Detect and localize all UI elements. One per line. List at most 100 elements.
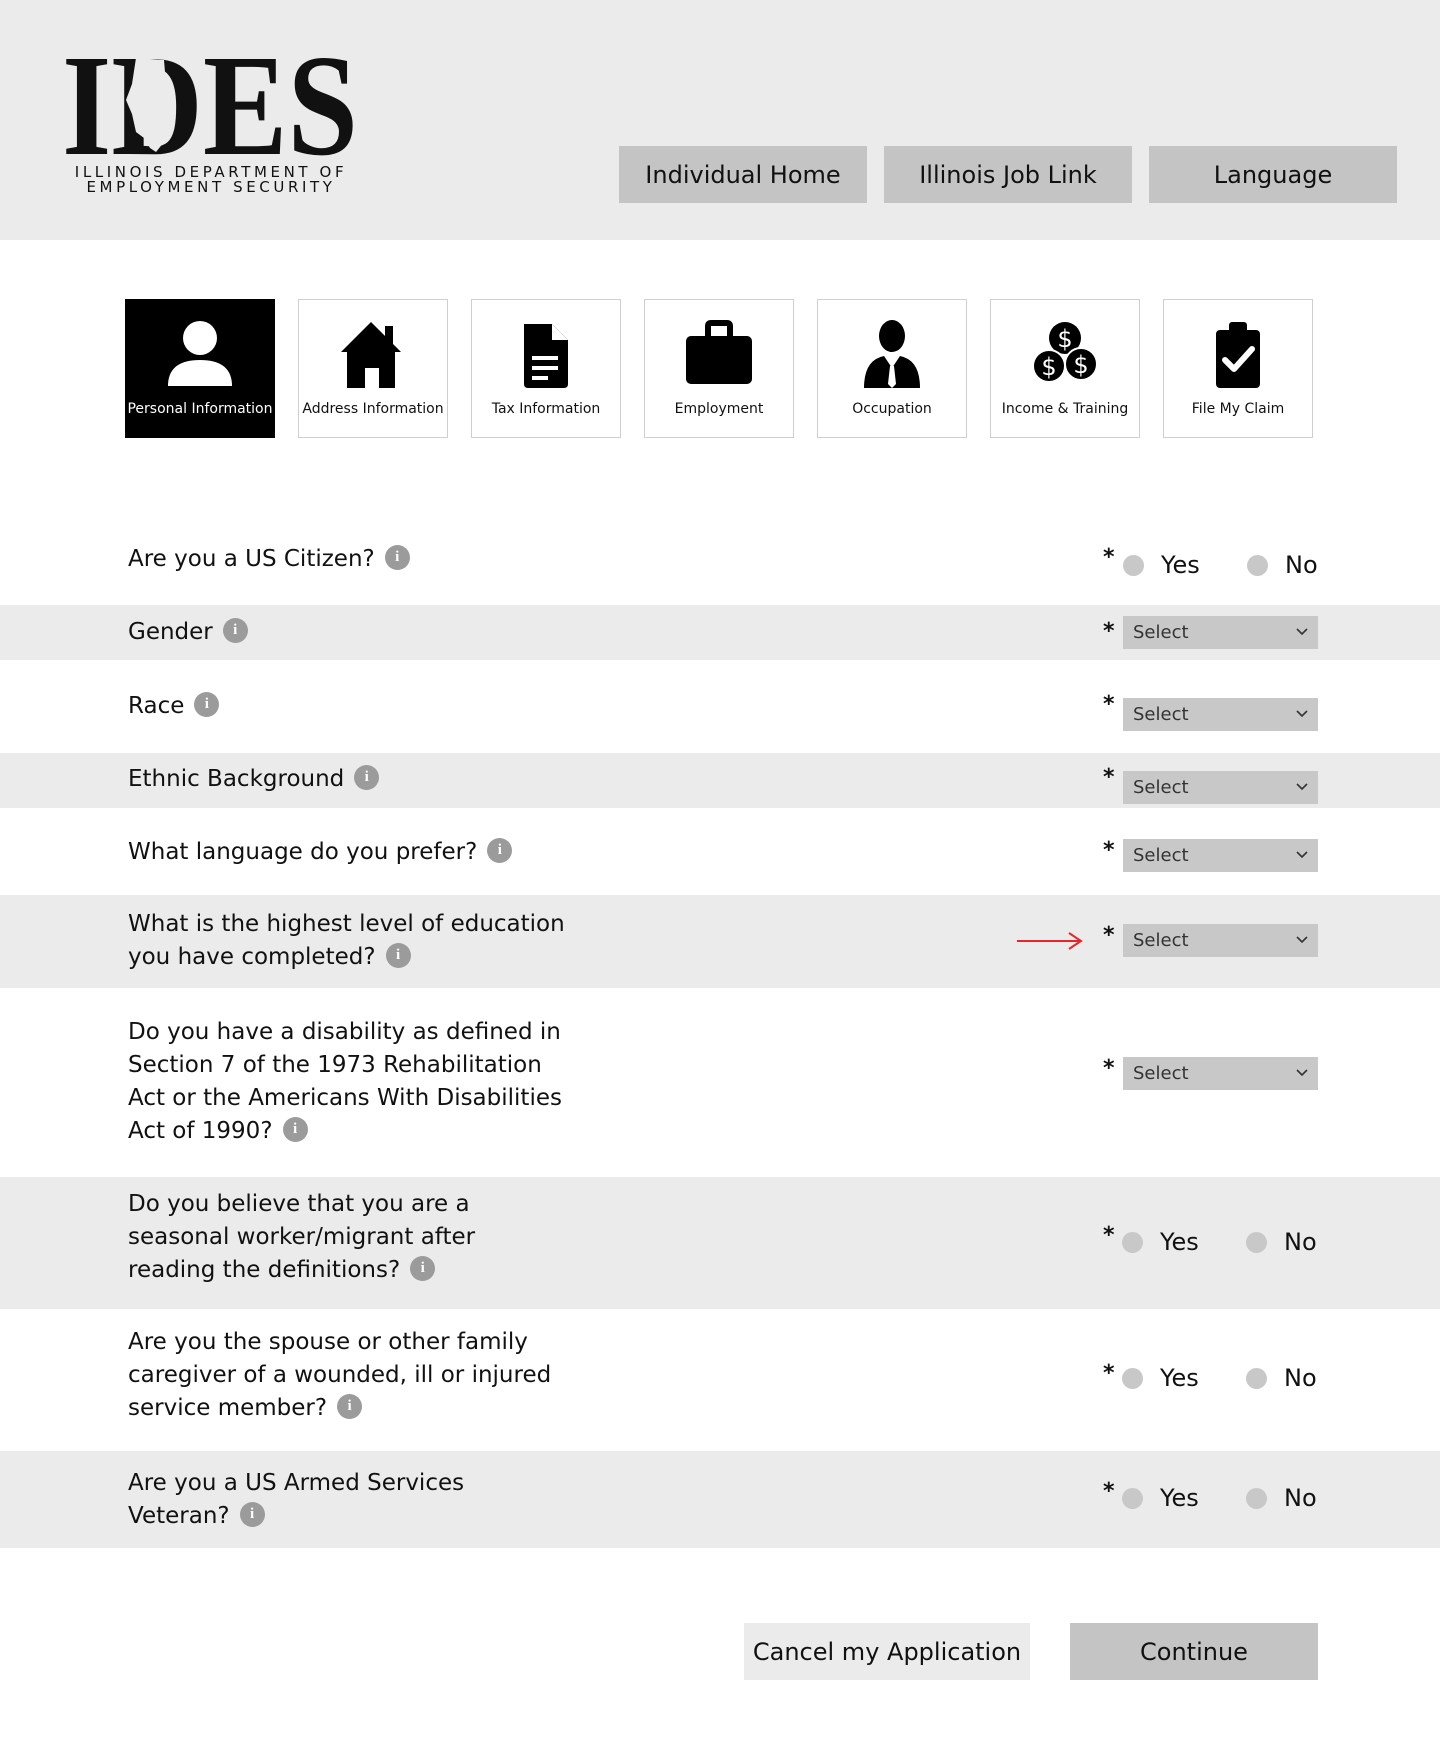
required-mark: * — [1103, 692, 1115, 717]
info-icon[interactable]: i — [385, 943, 411, 968]
continue-button[interactable]: Continue — [1070, 1623, 1318, 1680]
house-icon — [341, 322, 401, 388]
info-icon[interactable]: i — [487, 838, 513, 863]
svg-text:$: $ — [1057, 325, 1072, 353]
person-icon — [168, 321, 232, 386]
briefcase-icon — [686, 320, 752, 384]
veteran-yes-radio[interactable]: Yes — [1122, 1484, 1199, 1512]
required-mark: * — [1103, 545, 1115, 570]
gender-row: Gender i * Select — [0, 605, 1440, 660]
seasonal-worker-question: Do you believe that you are a seasonal w… — [128, 1191, 476, 1283]
chevron-down-icon — [1296, 710, 1308, 718]
step-employment[interactable]: Employment — [644, 299, 794, 438]
caregiver-row: Are you the spouse or other family careg… — [0, 1309, 1440, 1451]
education-select[interactable]: Select — [1123, 924, 1318, 957]
step-tax-information[interactable]: Tax Information — [471, 299, 621, 438]
individual-home-button[interactable]: Individual Home — [619, 146, 867, 203]
radio-dot[interactable] — [1122, 1367, 1143, 1389]
cancel-application-button[interactable]: Cancel my Application — [744, 1623, 1030, 1680]
illinois-job-link-button[interactable]: Illinois Job Link — [884, 146, 1132, 203]
education-question: What is the highest level of education y… — [128, 911, 565, 970]
chevron-down-icon — [1296, 783, 1308, 791]
language-button[interactable]: Language — [1149, 146, 1397, 203]
radio-dot[interactable] — [1123, 554, 1144, 576]
step-label: Occupation — [852, 401, 932, 417]
info-icon[interactable]: i — [239, 1502, 265, 1527]
ethnic-background-row: Ethnic Background i * Select — [0, 753, 1440, 808]
info-icon[interactable]: i — [337, 1394, 363, 1419]
seasonal-worker-no-radio[interactable]: No — [1246, 1228, 1317, 1256]
disability-row: Do you have a disability as defined in S… — [0, 988, 1440, 1177]
us-citizen-question: Are you a US Citizen? i — [128, 543, 410, 576]
document-icon — [524, 324, 568, 388]
veteran-row: Are you a US Armed Services Veteran? i * … — [0, 1451, 1440, 1548]
ethnic-background-question: Ethnic Background i — [128, 763, 380, 796]
step-personal-information[interactable]: Personal Information — [125, 299, 275, 438]
step-label: Employment — [674, 401, 764, 417]
required-mark: * — [1103, 923, 1115, 948]
us-citizen-no-radio[interactable]: No — [1247, 551, 1318, 579]
required-mark: * — [1103, 838, 1115, 863]
clipboard-check-icon — [1216, 322, 1260, 388]
required-mark: * — [1103, 765, 1115, 790]
required-mark: * — [1103, 1361, 1115, 1386]
svg-text:IDES: IDES — [66, 44, 356, 162]
step-label: Address Information — [302, 401, 444, 417]
radio-dot[interactable] — [1122, 1487, 1143, 1509]
info-icon[interactable]: i — [410, 1256, 436, 1281]
language-question: What language do you prefer? i — [128, 836, 513, 869]
gender-question: Gender i — [128, 616, 248, 649]
red-arrow-annotation — [1017, 932, 1083, 950]
required-mark: * — [1103, 1056, 1115, 1081]
caregiver-no-radio[interactable]: No — [1246, 1364, 1317, 1392]
language-select[interactable]: Select — [1123, 839, 1318, 872]
radio-dot[interactable] — [1246, 1367, 1267, 1389]
us-citizen-row: Are you a US Citizen? i * Yes No — [0, 520, 1440, 605]
info-icon[interactable]: i — [222, 618, 248, 643]
step-file-my-claim[interactable]: File My Claim — [1163, 299, 1313, 438]
seasonal-worker-row: Do you believe that you are a seasonal w… — [0, 1177, 1440, 1309]
veteran-no-radio[interactable]: No — [1246, 1484, 1317, 1512]
race-row: Race i * Select — [0, 660, 1440, 753]
info-icon[interactable]: i — [354, 765, 380, 790]
step-income-training[interactable]: $ $ $ Income & Training — [990, 299, 1140, 438]
info-icon[interactable]: i — [384, 545, 410, 570]
ides-logo-mark: IDES — [66, 44, 356, 162]
veteran-question: Are you a US Armed Services Veteran? i — [128, 1470, 465, 1529]
us-citizen-yes-radio[interactable]: Yes — [1123, 551, 1200, 579]
svg-text:$: $ — [1041, 353, 1056, 381]
businessman-icon — [864, 320, 920, 388]
gender-select[interactable]: Select — [1123, 616, 1318, 649]
chevron-down-icon — [1296, 936, 1308, 944]
disability-select[interactable]: Select — [1123, 1057, 1318, 1090]
language-row: What language do you prefer? i * Select — [0, 808, 1440, 895]
step-address-information[interactable]: Address Information — [298, 299, 448, 438]
ethnic-background-select[interactable]: Select — [1123, 771, 1318, 804]
education-row: What is the highest level of education y… — [0, 895, 1440, 988]
radio-dot[interactable] — [1122, 1231, 1143, 1253]
disability-question: Do you have a disability as defined in S… — [128, 1019, 562, 1144]
ides-logo[interactable]: IDES ILLINOIS DEPARTMENT OF EMPLOYMENT S… — [66, 44, 356, 204]
chevron-down-icon — [1296, 851, 1308, 859]
radio-dot[interactable] — [1246, 1231, 1267, 1253]
race-select[interactable]: Select — [1123, 698, 1318, 731]
svg-text:$: $ — [1073, 351, 1088, 379]
race-question: Race i — [128, 690, 220, 723]
step-occupation[interactable]: Occupation — [817, 299, 967, 438]
radio-dot[interactable] — [1247, 554, 1268, 576]
seasonal-worker-yes-radio[interactable]: Yes — [1122, 1228, 1199, 1256]
chevron-down-icon — [1296, 1069, 1308, 1077]
chevron-down-icon — [1296, 628, 1308, 636]
step-label: Personal Information — [127, 401, 273, 417]
caregiver-question: Are you the spouse or other family careg… — [128, 1329, 552, 1421]
caregiver-yes-radio[interactable]: Yes — [1122, 1364, 1199, 1392]
required-mark: * — [1103, 1479, 1115, 1504]
step-label: Tax Information — [491, 401, 601, 417]
info-icon[interactable]: i — [194, 692, 220, 717]
info-icon[interactable]: i — [282, 1117, 308, 1142]
step-label: File My Claim — [1191, 401, 1285, 417]
logo-line-2: EMPLOYMENT SECURITY — [86, 178, 336, 196]
radio-dot[interactable] — [1246, 1487, 1267, 1509]
coins-icon: $ $ $ — [1032, 322, 1098, 383]
page-header: IDES ILLINOIS DEPARTMENT OF EMPLOYMENT S… — [0, 0, 1440, 240]
